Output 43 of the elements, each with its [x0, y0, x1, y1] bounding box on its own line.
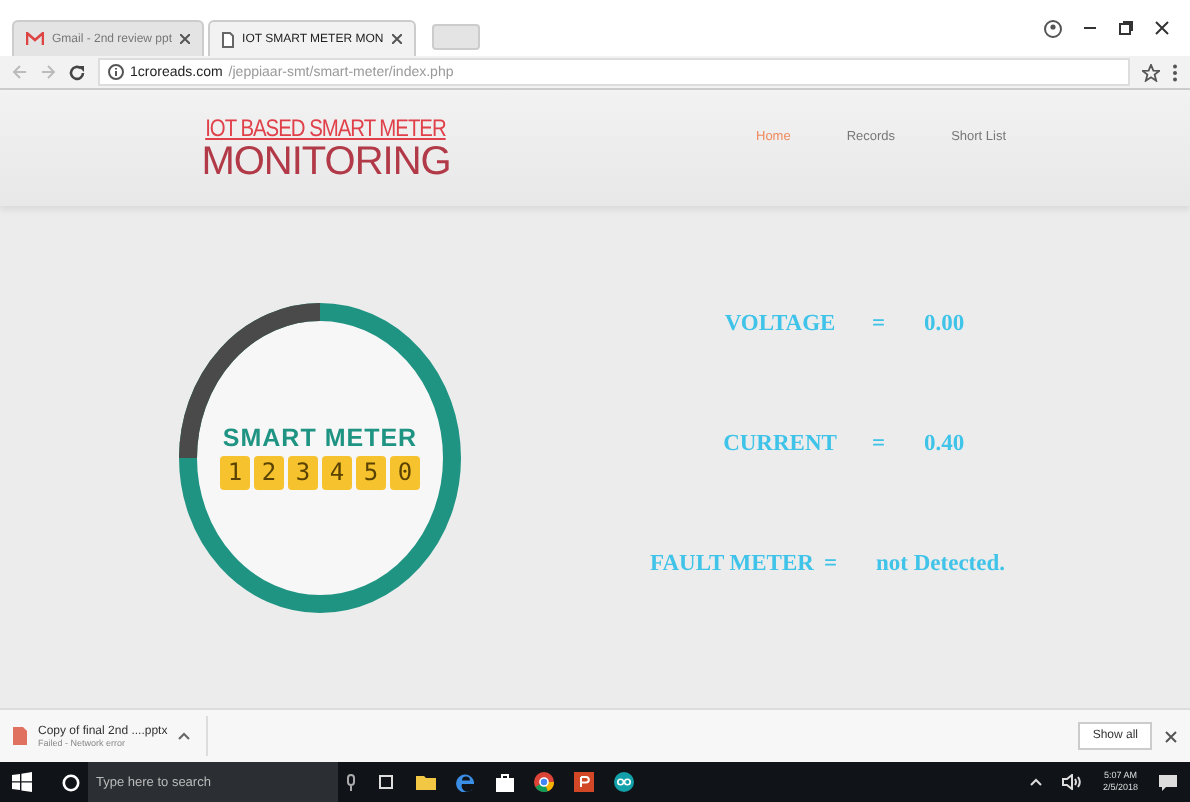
reading-label: FAULT METER — [648, 551, 816, 575]
powerpoint-icon[interactable] — [574, 772, 594, 792]
site-subtitle: MONITORING — [201, 142, 451, 182]
reading-value: not Detected. — [874, 551, 1006, 575]
equals-sign: = — [824, 551, 840, 575]
menu-icon[interactable] — [1172, 63, 1178, 81]
digit-display: 0 — [390, 456, 420, 490]
restore-icon[interactable] — [1118, 20, 1134, 36]
digit-display: 4 — [322, 456, 352, 490]
edge-icon[interactable] — [456, 772, 476, 792]
reading-value: 0.00 — [922, 311, 967, 335]
logo-text: SMART METER — [222, 424, 418, 452]
digit-display: 2 — [254, 456, 284, 490]
folder-icon[interactable] — [416, 774, 436, 790]
reading-label: VOLTAGE — [722, 311, 838, 335]
equals-sign: = — [872, 311, 888, 335]
close-icon[interactable] — [1154, 20, 1170, 36]
windows-icon[interactable] — [12, 772, 32, 792]
close-icon[interactable] — [1164, 729, 1178, 743]
notification-icon[interactable] — [1158, 773, 1178, 791]
speaker-icon[interactable] — [1062, 774, 1083, 790]
mail-icon — [26, 32, 44, 46]
site-title: IOT BASED SMART METER — [205, 114, 447, 142]
close-icon[interactable] — [180, 34, 191, 44]
reload-icon[interactable] — [68, 63, 86, 81]
cortana-icon — [62, 773, 80, 791]
file-icon — [12, 726, 28, 746]
reading-value: 0.40 — [922, 431, 967, 455]
microphone-icon[interactable] — [346, 773, 356, 791]
digit-display: 5 — [356, 456, 386, 490]
info-icon — [108, 64, 124, 80]
task-view-icon[interactable] — [376, 774, 396, 790]
equals-sign: = — [872, 431, 888, 455]
profile-icon[interactable] — [1044, 19, 1062, 37]
app-icon[interactable] — [614, 772, 634, 792]
star-icon[interactable] — [1142, 63, 1160, 81]
page-icon — [222, 31, 235, 47]
reading-label: CURRENT — [721, 431, 839, 455]
digit-display: 3 — [288, 456, 318, 490]
digit-display: 1 — [220, 456, 250, 490]
chrome-icon[interactable] — [534, 772, 554, 792]
store-icon[interactable] — [496, 772, 514, 792]
close-icon[interactable] — [391, 34, 402, 44]
